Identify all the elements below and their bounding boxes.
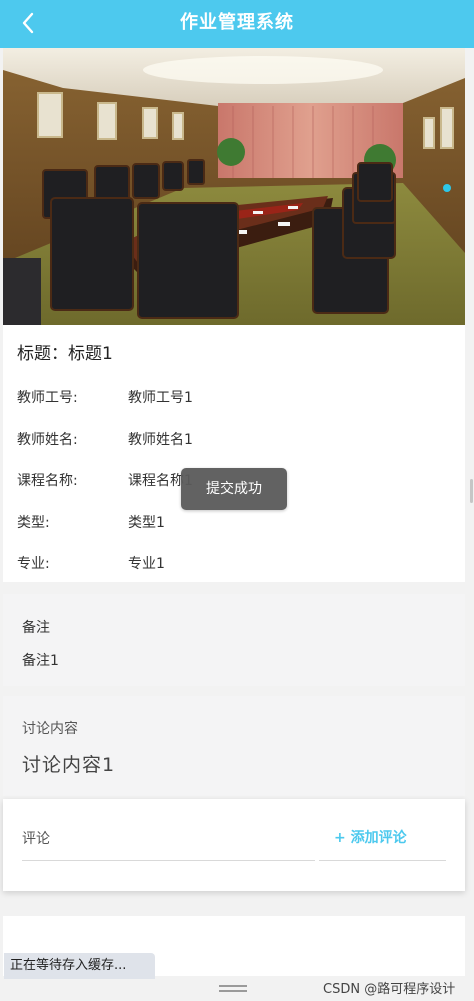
field-row-teacher-name: 教师姓名: 教师姓名1: [17, 429, 193, 449]
add-comment-button[interactable]: + 添加评论: [334, 827, 407, 847]
field-label: 课程名称:: [17, 473, 78, 489]
comment-section: 评论 + 添加评论: [3, 799, 465, 891]
watermark: CSDN @路可程序设计: [323, 982, 456, 997]
field-label: 教师姓名:: [17, 432, 78, 448]
field-row-major: 专业: 专业1: [17, 553, 165, 573]
field-label: 教师工号:: [17, 390, 78, 406]
field-row-teacher-id: 教师工号: 教师工号1: [17, 387, 193, 407]
heading-label: 标题：: [17, 344, 68, 364]
comment-label: 评论: [22, 831, 50, 847]
scrollbar[interactable]: [470, 479, 473, 503]
app-header: 作业管理系统: [0, 0, 474, 48]
bottom-drag-handle[interactable]: [219, 985, 247, 995]
remark-value: 备注1: [22, 653, 59, 669]
loading-status: 正在等待存入缓存...: [4, 953, 155, 979]
field-value: 教师工号1: [128, 390, 193, 406]
field-value: 类型1: [128, 515, 165, 531]
success-toast: 提交成功: [181, 468, 287, 510]
heading-value: 标题1: [68, 344, 113, 364]
carousel-indicator-dot[interactable]: [443, 184, 451, 192]
discussion-value: 讨论内容1: [22, 754, 116, 776]
page-title: 作业管理系统: [180, 12, 294, 33]
field-row-type: 类型: 类型1: [17, 512, 165, 532]
field-label: 类型:: [17, 515, 50, 531]
discussion-label: 讨论内容: [22, 721, 78, 737]
conference-room-photo: [3, 48, 465, 325]
divider: [22, 860, 315, 861]
field-row-course-name: 课程名称: 课程名称1: [17, 470, 193, 490]
detail-card: 标题：标题1 教师工号: 教师工号1 教师姓名: 教师姓名1 课程名称: 课程名称1 …: [3, 325, 465, 582]
divider: [319, 860, 446, 861]
detail-heading: 标题：标题1: [17, 339, 113, 364]
field-value: 教师姓名1: [128, 432, 193, 448]
remark-label: 备注: [22, 620, 50, 636]
field-label: 专业:: [17, 556, 50, 572]
field-value: 专业1: [128, 556, 165, 572]
remark-section: 备注 备注1: [3, 594, 465, 686]
discussion-section: 讨论内容 讨论内容1: [3, 696, 465, 796]
banner-carousel[interactable]: [3, 48, 465, 325]
